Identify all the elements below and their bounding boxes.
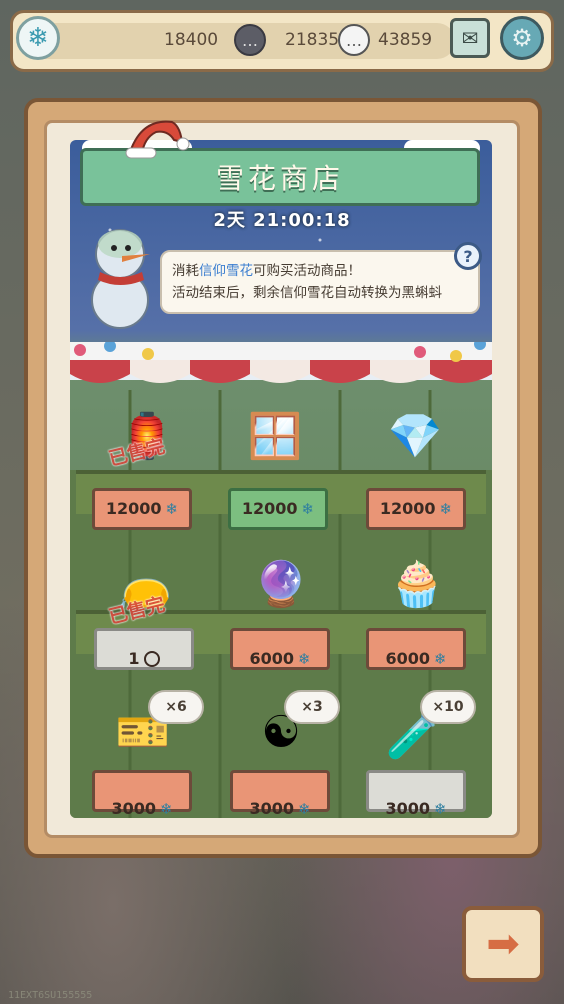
bubble-icon xyxy=(143,651,160,667)
price-value: 6000 xyxy=(385,649,430,668)
orb-icon: 🔮 xyxy=(253,559,309,610)
mail-icon: ✉ xyxy=(461,26,479,50)
price-value: 1 xyxy=(128,649,140,668)
item-price: 12000 ❄ xyxy=(92,499,192,518)
snowman-icon xyxy=(91,229,150,329)
price-value: 12000 xyxy=(379,499,436,518)
quantity-badge: ×6 xyxy=(148,690,204,724)
help-button[interactable]: ? xyxy=(454,242,482,270)
question-icon: ? xyxy=(463,246,473,266)
window-icon: 🪟 xyxy=(247,411,303,462)
gear-icon: ⚙ xyxy=(511,24,533,52)
price-value: 3000 xyxy=(249,799,294,818)
price-value: 12000 xyxy=(241,499,298,518)
quantity-badge: ×10 xyxy=(420,690,476,724)
info-suffix: 可购买活动商品！ xyxy=(253,263,361,279)
settings-button[interactable]: ⚙ xyxy=(500,16,544,60)
price-value: 12000 xyxy=(105,499,162,518)
build-id: 11EXT6SU155555 xyxy=(8,990,93,1001)
snowflake-currency-icon: ❄ xyxy=(16,16,60,60)
shop-title: 雪花商店 xyxy=(215,162,344,195)
item-price: 3000 ❄ xyxy=(366,799,466,818)
dark-bubble-count: 21835 xyxy=(285,30,340,50)
snowflake-count: 18400 xyxy=(164,30,219,50)
info-line-2: 活动结束后，剩余信仰雪花自动转换为黑蝌蚪 xyxy=(172,285,442,301)
price-value: 6000 xyxy=(249,649,294,668)
price-value: 3000 xyxy=(111,799,156,818)
snowflake-icon: ❄ xyxy=(433,800,447,818)
light-bubble-count: 43859 xyxy=(378,30,433,50)
snowflake-icon: ❄ xyxy=(439,500,453,518)
amulet-icon: 💎 xyxy=(387,411,443,462)
snowflake-icon: ❄ xyxy=(165,500,179,518)
snowflake-icon: ❄ xyxy=(433,650,447,668)
info-highlight: 信仰雪花 xyxy=(199,263,253,279)
snowflake-icon: ❄ xyxy=(297,650,311,668)
info-line-1: 消耗信仰雪花可购买活动商品！ xyxy=(172,260,468,282)
item-price: 12000 ❄ xyxy=(228,499,328,518)
right-arrow-icon: ➡ xyxy=(486,921,520,967)
next-arrow-button[interactable]: ➡ xyxy=(462,906,544,982)
item-price: 6000 ❄ xyxy=(366,649,466,668)
cupcake-icon: 🧁 xyxy=(389,559,445,610)
santa-hat-icon xyxy=(125,120,190,159)
info-prefix: 消耗 xyxy=(172,263,199,279)
snowflake-icon: ❄ xyxy=(301,500,315,518)
item-price: 3000 ❄ xyxy=(230,799,330,818)
mail-button[interactable]: ✉ xyxy=(450,18,490,58)
item-price: 3000 ❄ xyxy=(92,799,192,818)
item-price: 12000 ❄ xyxy=(366,499,466,518)
snowflake-icon: ❄ xyxy=(297,800,311,818)
price-value: 3000 xyxy=(385,799,430,818)
item-price: 1 xyxy=(94,649,194,668)
info-bubble: 消耗信仰雪花可购买活动商品！ 活动结束后，剩余信仰雪花自动转换为黑蝌蚪 xyxy=(160,250,480,314)
light-bubble-icon: … xyxy=(338,24,370,56)
countdown-timer: 2天 21:00:18 xyxy=(213,210,351,231)
dark-bubble-icon: … xyxy=(234,24,266,56)
awning xyxy=(70,342,492,383)
quantity-badge: ×3 xyxy=(284,690,340,724)
snowflake-icon: ❄ xyxy=(159,800,173,818)
item-price: 6000 ❄ xyxy=(230,649,330,668)
